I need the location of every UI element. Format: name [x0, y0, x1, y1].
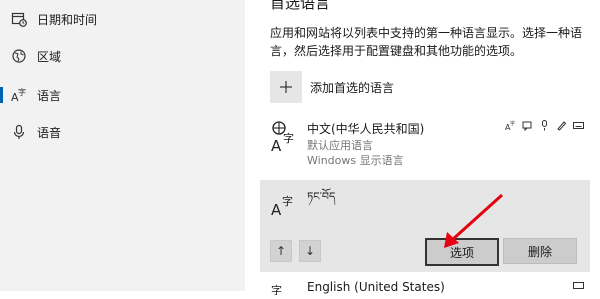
annotation-arrow-icon	[444, 193, 504, 248]
